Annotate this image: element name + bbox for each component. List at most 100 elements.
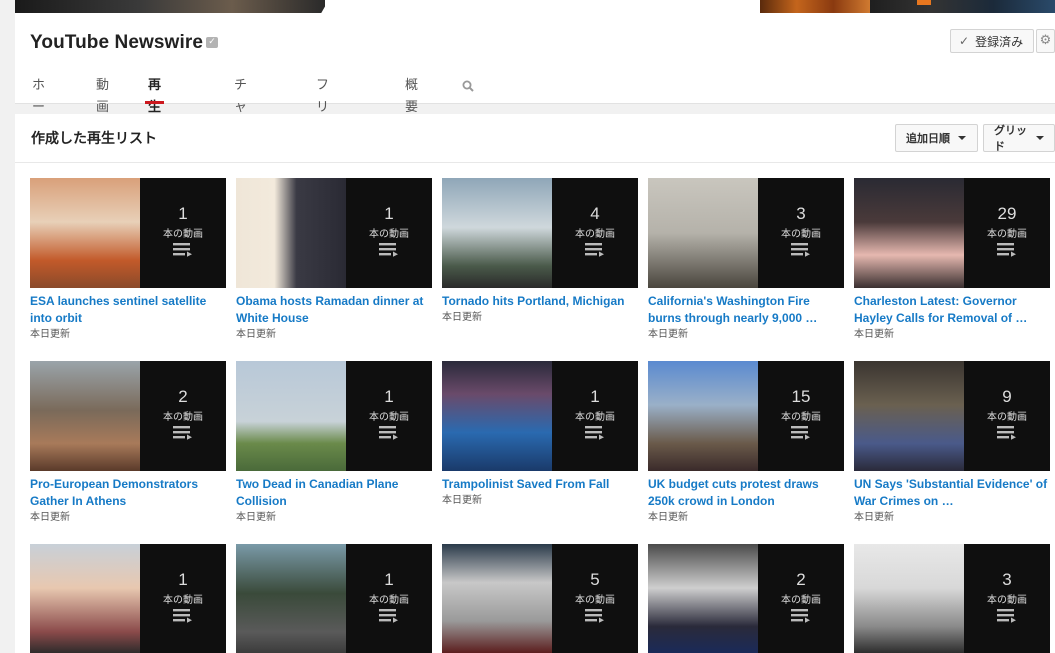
playlist-icon (585, 243, 604, 257)
section-title: 作成した再生リスト (31, 131, 157, 147)
video-count-label: 本の動画 (781, 412, 821, 423)
playlist-updated: 本日更新 (236, 329, 276, 340)
playlist-title[interactable]: Trampolinist Saved From Fall (442, 476, 638, 493)
protest-thumbnail (648, 361, 758, 471)
video-count-label: 本の動画 (781, 595, 821, 606)
playlist-card[interactable]: 1 本の動画 ESA launches sentinel satellite int… (30, 178, 226, 342)
playlist-card[interactable]: 1 本の動画 (236, 544, 432, 653)
playlist-title[interactable]: Obama hosts Ramadan dinner at White Hous… (236, 293, 432, 327)
playlist-card[interactable]: 1 本の動画 (30, 544, 226, 653)
interview-thumbnail (854, 544, 964, 653)
playlist-title[interactable]: Charleston Latest: Governor Hayley Calls… (854, 293, 1050, 327)
playlist-thumbnail[interactable]: 1 本の動画 (236, 178, 432, 288)
playlist-thumbnail[interactable]: 15 本の動画 (648, 361, 844, 471)
playlist-card[interactable]: 1 本の動画 Trampolinist Saved From Fall 本日更新 (442, 361, 638, 508)
playlist-thumbnail[interactable]: 3 本の動画 (648, 178, 844, 288)
playlist-thumbnail[interactable]: 1 本の動画 (236, 361, 432, 471)
playlist-updated: 本日更新 (648, 329, 688, 340)
playlist-title[interactable]: Tornado hits Portland, Michigan (442, 293, 638, 310)
playlist-thumbnail[interactable]: 5 本の動画 (442, 544, 638, 653)
video-count-label: 本の動画 (163, 595, 203, 606)
video-count-label: 本の動画 (369, 412, 409, 423)
playlist-icon (173, 609, 192, 623)
playlist-icon (997, 426, 1016, 440)
speech-thumbnail (236, 178, 346, 288)
playlist-thumbnail[interactable]: 1 本の動画 (442, 361, 638, 471)
tab-playlists[interactable]: 再生リスト (144, 75, 165, 181)
playlist-icon (791, 609, 810, 623)
playlist-thumbnail[interactable]: 1 本の動画 (30, 178, 226, 288)
video-count: 5 (590, 570, 600, 589)
playlist-thumbnail[interactable]: 4 本の動画 (442, 178, 638, 288)
fire-thumbnail (648, 178, 758, 288)
playlist-card[interactable]: 4 本の動画 Tornado hits Portland, Michigan 本日更新 (442, 178, 638, 325)
search-icon[interactable] (462, 80, 474, 92)
tab-home[interactable]: ホーム (32, 75, 45, 137)
playlist-card[interactable]: 9 本の動画 UN Says 'Substantial Evidence' of W… (854, 361, 1050, 525)
chevron-down-icon (958, 136, 966, 140)
video-count-label: 本の動画 (163, 412, 203, 423)
tab-discussion[interactable]: フリートーク (316, 75, 329, 203)
channel-title[interactable]: YouTube Newswire (30, 32, 203, 54)
playlist-updated: 本日更新 (442, 312, 482, 323)
playlist-card[interactable]: 1 本の動画 Two Dead in Canadian Plane Collisio… (236, 361, 432, 525)
playlist-icon (997, 243, 1016, 257)
playlist-card[interactable]: 1 本の動画 Obama hosts Ramadan dinner at White… (236, 178, 432, 342)
gear-icon: ⚙ (1039, 33, 1052, 48)
playlist-updated: 本日更新 (442, 495, 482, 506)
playlist-icon (791, 243, 810, 257)
playlist-card[interactable]: 2 本の動画 (648, 544, 844, 653)
tab-about[interactable]: 概要 (405, 75, 418, 115)
tab-videos[interactable]: 動画 (96, 75, 109, 115)
playlist-thumbnail[interactable]: 1 本の動画 (236, 544, 432, 653)
video-count-label: 本の動画 (575, 229, 615, 240)
playlist-thumbnail[interactable]: 2 本の動画 (648, 544, 844, 653)
playlist-card[interactable]: 3 本の動画 California's Washington Fire burns … (648, 178, 844, 342)
playlist-title[interactable]: Two Dead in Canadian Plane Collision (236, 476, 432, 510)
video-count: 1 (384, 570, 394, 589)
channel-settings-button[interactable]: ⚙ (1036, 29, 1055, 53)
video-count: 2 (178, 387, 188, 406)
news-thumbnail (442, 544, 552, 653)
subscribed-button[interactable]: ✓ 登録済み (950, 29, 1034, 53)
playlist-title[interactable]: Pro-European Demonstrators Gather In Ath… (30, 476, 226, 510)
verified-icon: ✓ (206, 37, 218, 48)
playlist-title[interactable]: UN Says 'Substantial Evidence' of War Cr… (854, 476, 1050, 510)
sort-dropdown[interactable]: 追加日順 (895, 124, 978, 152)
video-count-label: 本の動画 (987, 595, 1027, 606)
playlist-thumbnail[interactable]: 1 本の動画 (30, 544, 226, 653)
playlist-card[interactable]: 3 本の動画 (854, 544, 1050, 653)
playlist-title[interactable]: UK budget cuts protest draws 250k crowd … (648, 476, 844, 510)
rocket-thumbnail (30, 178, 140, 288)
video-count: 3 (796, 204, 806, 223)
playlist-card[interactable]: 29 本の動画 Charleston Latest: Governor Hayley… (854, 178, 1050, 342)
playlist-updated: 本日更新 (30, 512, 70, 523)
un-thumbnail (854, 361, 964, 471)
playlist-icon (997, 609, 1016, 623)
playlist-icon (173, 426, 192, 440)
playlist-updated: 本日更新 (236, 512, 276, 523)
video-count: 1 (590, 387, 600, 406)
video-count: 3 (1002, 570, 1012, 589)
crowd-thumbnail (30, 361, 140, 471)
video-count-label: 本の動画 (575, 595, 615, 606)
playlist-thumbnail[interactable]: 9 本の動画 (854, 361, 1050, 471)
chevron-down-icon (1036, 136, 1044, 140)
playlist-thumbnail[interactable]: 29 本の動画 (854, 178, 1050, 288)
video-count: 1 (384, 204, 394, 223)
playlist-card[interactable]: 15 本の動画 UK budget cuts protest draws 250k … (648, 361, 844, 525)
playlist-card[interactable]: 2 本の動画 Pro-European Demonstrators Gather I… (30, 361, 226, 525)
playlist-card[interactable]: 5 本の動画 (442, 544, 638, 653)
view-dropdown[interactable]: グリッド (983, 124, 1055, 153)
tab-channels[interactable]: チャンネル (234, 75, 247, 181)
video-count: 1 (178, 570, 188, 589)
playlist-title[interactable]: California's Washington Fire burns throu… (648, 293, 844, 327)
playlist-icon (791, 426, 810, 440)
video-count-label: 本の動画 (369, 229, 409, 240)
playlist-thumbnail[interactable]: 3 本の動画 (854, 544, 1050, 653)
view-label: グリッド (994, 124, 1027, 153)
playlist-title[interactable]: ESA launches sentinel satellite into orb… (30, 293, 226, 327)
subscribed-label: 登録済み (975, 34, 1024, 49)
road-thumbnail (236, 544, 346, 653)
playlist-thumbnail[interactable]: 2 本の動画 (30, 361, 226, 471)
